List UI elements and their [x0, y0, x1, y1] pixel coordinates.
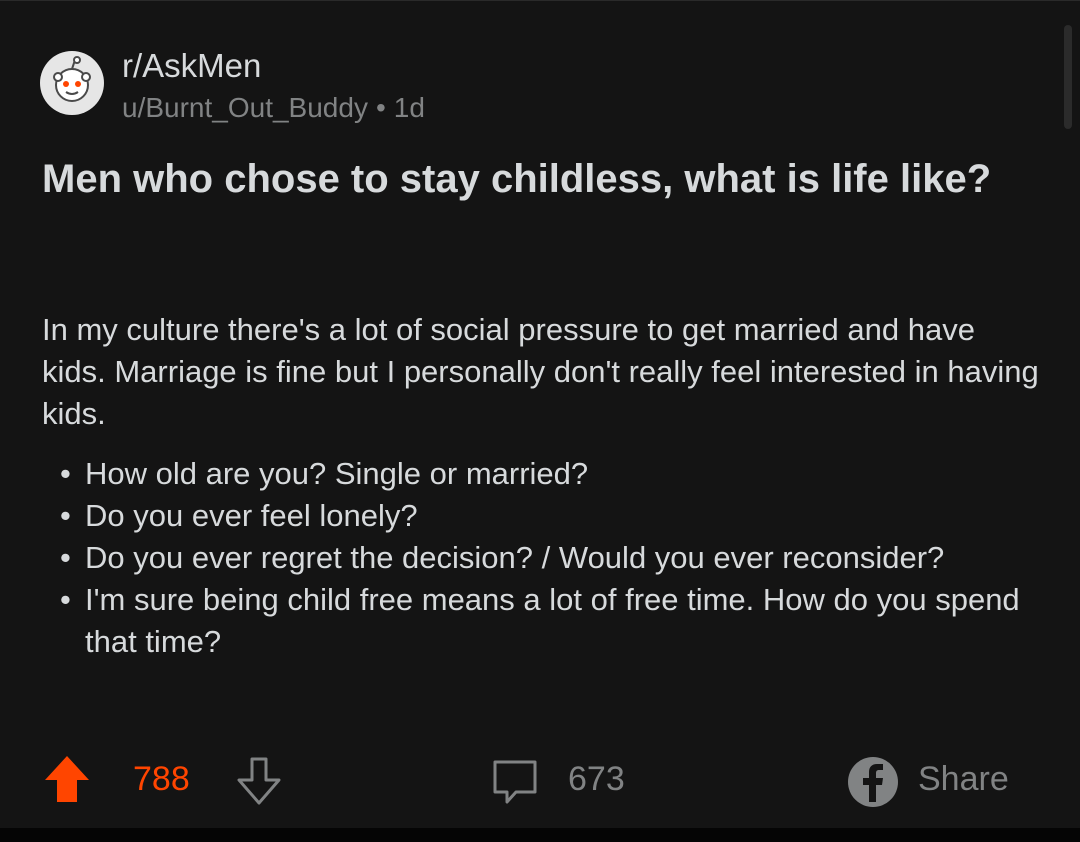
bullet-item: I'm sure being child free means a lot of… — [42, 579, 1042, 663]
snoo-avatar-icon[interactable] — [40, 51, 104, 115]
meta-separator: • — [375, 92, 386, 123]
post-actions-bar: 788 673 Share — [0, 747, 1080, 817]
author-name[interactable]: u/Burnt_Out_Buddy — [122, 92, 368, 123]
upvote-arrow-icon[interactable] — [42, 753, 92, 805]
post-title[interactable]: Men who chose to stay childless, what is… — [42, 153, 1002, 205]
bullet-item: How old are you? Single or married? — [42, 453, 1042, 495]
bullet-item: Do you ever feel lonely? — [42, 495, 1042, 537]
bullet-item: Do you ever regret the decision? / Would… — [42, 537, 1042, 579]
subreddit-name[interactable]: r/AskMen — [122, 47, 425, 85]
post-meta: u/Burnt_Out_Buddy • 1d — [122, 91, 425, 125]
post-age: 1d — [393, 92, 425, 123]
vote-count: 788 — [133, 760, 190, 798]
comment-count[interactable]: 673 — [568, 757, 625, 801]
facebook-share-icon[interactable] — [846, 755, 900, 809]
downvote-arrow-icon[interactable] — [234, 755, 284, 807]
post-bullet-list: How old are you? Single or married? Do y… — [42, 453, 1042, 663]
post-meta-block: r/AskMen u/Burnt_Out_Buddy • 1d — [122, 47, 425, 125]
comment-bubble-icon[interactable] — [490, 755, 540, 807]
bottom-divider — [0, 828, 1080, 842]
share-button[interactable]: Share — [918, 757, 1009, 801]
post-body: In my culture there's a lot of social pr… — [42, 312, 1039, 431]
scrollbar[interactable] — [1064, 25, 1072, 129]
post-card: r/AskMen u/Burnt_Out_Buddy • 1d Men who ch… — [0, 0, 1080, 828]
post-header: r/AskMen u/Burnt_Out_Buddy • 1d — [40, 47, 425, 125]
